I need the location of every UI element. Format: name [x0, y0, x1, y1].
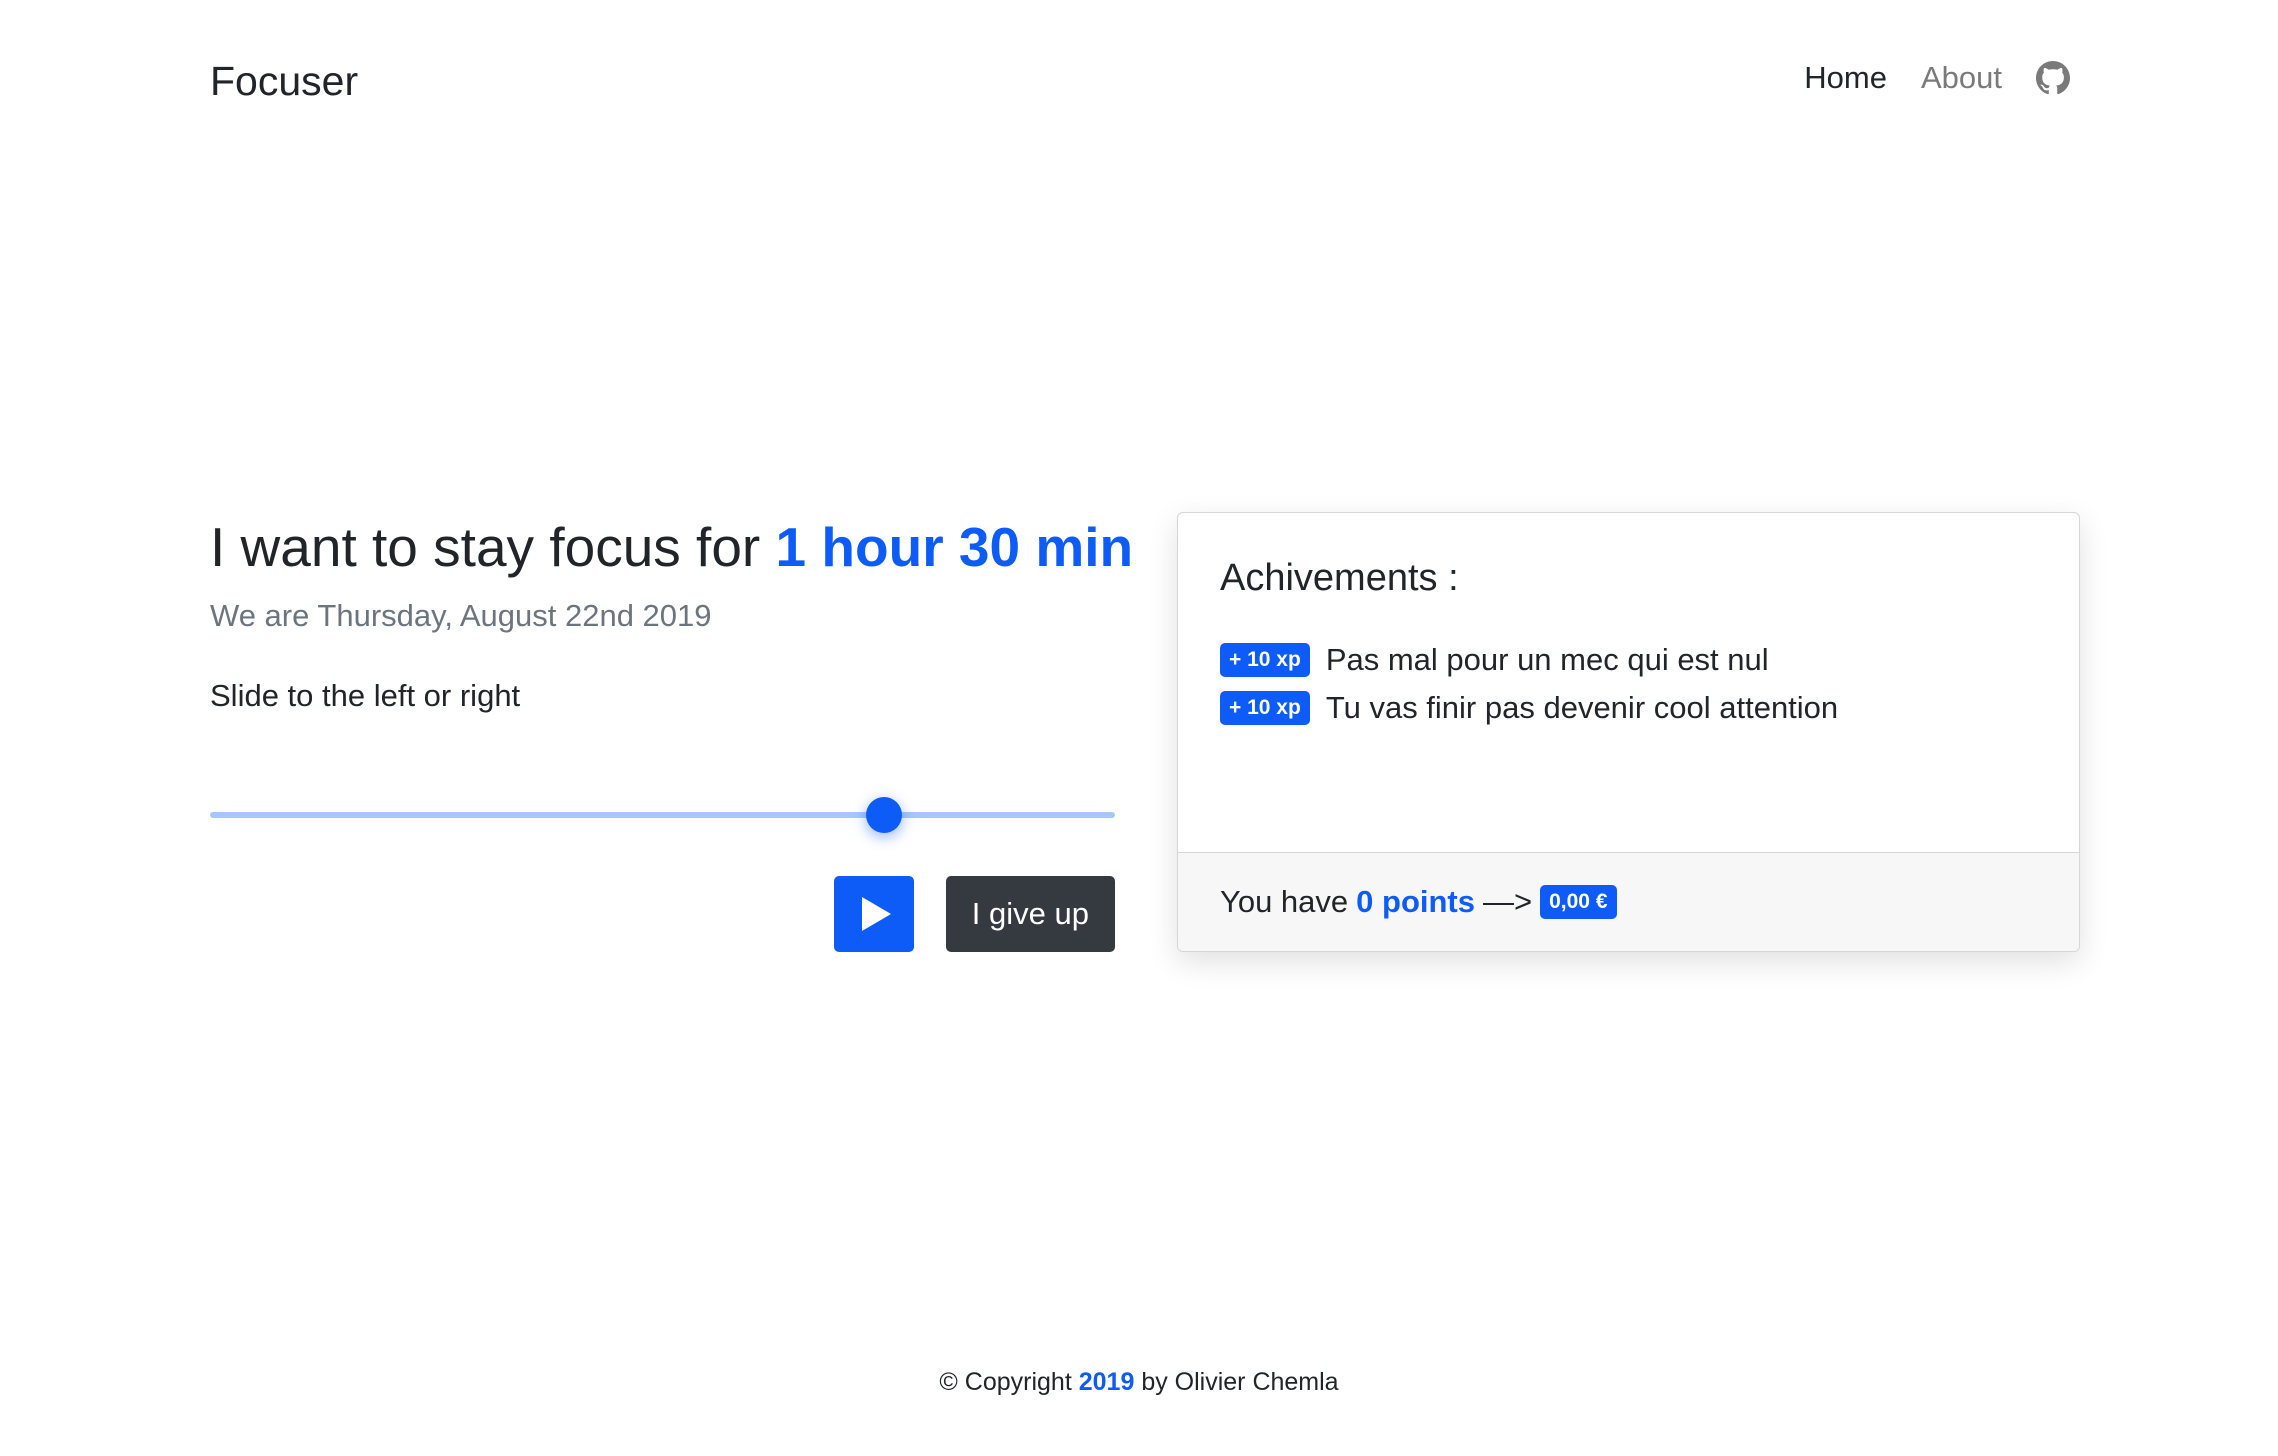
nav-link-about[interactable]: About [1921, 60, 2002, 96]
achievements-body: Achivements : + 10 xp Pas mal pour un me… [1178, 513, 2079, 853]
headline-prefix: I want to stay focus for [210, 516, 761, 578]
copyright-suffix: by Olivier Chemla [1141, 1368, 1339, 1396]
page-title: I want to stay focus for 1 hour 30 min [210, 510, 1133, 584]
points-arrow: —> [1483, 884, 1533, 919]
brand-logo[interactable]: Focuser [210, 58, 358, 105]
action-buttons: I give up [833, 876, 1115, 952]
achievements-title: Achivements : [1220, 557, 1459, 599]
copyright-year: 2019 [1078, 1368, 1135, 1396]
points-prefix: You have [1220, 884, 1349, 919]
points-footer: You have 0 points —> 0,00 € [1178, 852, 2079, 951]
navbar: Focuser Home About [0, 0, 2278, 165]
achievements-card: Achivements : + 10 xp Pas mal pour un me… [1177, 512, 2080, 952]
achievement-text: Tu vas finir pas devenir cool attention [1325, 690, 1839, 725]
list-item: + 10 xp Tu vas finir pas devenir cool at… [1220, 684, 2037, 732]
give-up-button[interactable]: I give up [945, 876, 1115, 952]
page: Focuser Home About I want to stay focus … [0, 0, 2278, 1456]
xp-badge: + 10 xp [1220, 691, 1310, 725]
slider-track[interactable] [210, 812, 1115, 818]
focus-duration: 1 hour 30 min [775, 516, 1134, 578]
achievements-list: + 10 xp Pas mal pour un mec qui est nul … [1220, 636, 2037, 732]
xp-badge: + 10 xp [1220, 643, 1310, 677]
slider-thumb[interactable] [866, 797, 903, 833]
copyright-footer: © Copyright 2019 by Olivier Chemla [0, 1368, 2278, 1397]
slider-hint: Slide to the left or right [210, 678, 521, 713]
duration-slider[interactable] [210, 795, 1115, 835]
github-icon[interactable] [2036, 61, 2070, 95]
play-icon [861, 897, 891, 931]
copyright-prefix: © Copyright [939, 1368, 1072, 1396]
money-badge: 0,00 € [1540, 885, 1617, 919]
achievement-text: Pas mal pour un mec qui est nul [1325, 642, 1769, 677]
nav-links: Home About [1770, 60, 2070, 96]
play-button[interactable] [833, 876, 914, 952]
nav-link-home[interactable]: Home [1804, 60, 1887, 96]
focus-section: I want to stay focus for 1 hour 30 min W… [210, 510, 1133, 952]
date-text: We are Thursday, August 22nd 2019 [210, 598, 712, 633]
list-item: + 10 xp Pas mal pour un mec qui est nul [1220, 636, 2037, 684]
points-value: 0 points [1356, 884, 1475, 919]
